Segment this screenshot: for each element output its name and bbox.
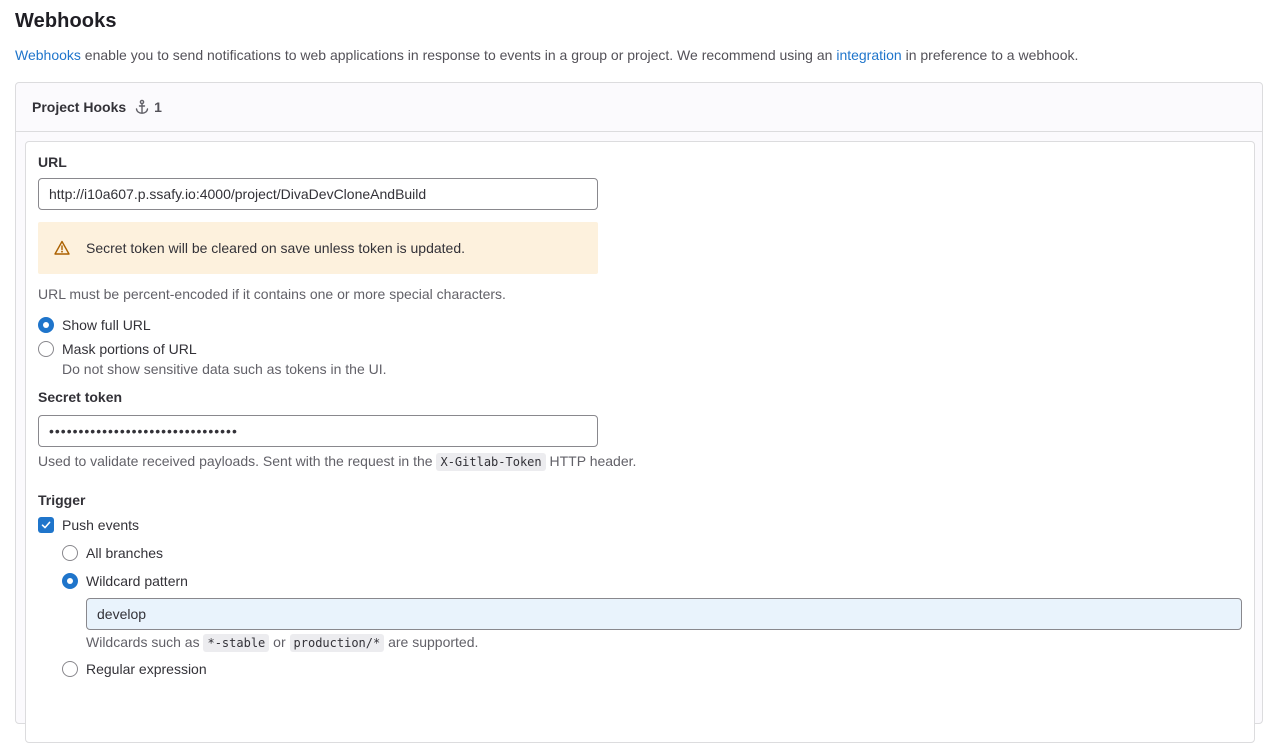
- intro-text: Webhooks enable you to send notification…: [15, 47, 1078, 63]
- secret-token-label: Secret token: [38, 389, 123, 405]
- mask-url-radio[interactable]: [38, 341, 54, 357]
- warning-icon: [54, 240, 70, 255]
- wildcard-pattern-input[interactable]: develop: [86, 598, 1242, 630]
- url-input-value: http://i10a607.p.ssafy.io:4000/project/D…: [49, 186, 427, 202]
- check-icon: [41, 521, 51, 529]
- trigger-label: Trigger: [38, 492, 86, 508]
- wildcard-example-2: production/*: [289, 634, 385, 652]
- anchor-icon: [135, 99, 149, 114]
- push-events-label: Push events: [62, 517, 140, 533]
- secret-token-value: ••••••••••••••••••••••••••••••••: [49, 423, 238, 439]
- secret-help-text: Used to validate received payloads. Sent…: [38, 453, 637, 471]
- all-branches-label: All branches: [86, 545, 164, 561]
- hook-count-badge: 1: [134, 99, 162, 115]
- regex-radio[interactable]: [62, 661, 78, 677]
- regex-label: Regular expression: [86, 661, 207, 677]
- intro-end-text: in preference to a webhook.: [901, 47, 1079, 63]
- show-full-url-label: Show full URL: [62, 317, 151, 333]
- mask-help-text: Do not show sensitive data such as token…: [62, 361, 387, 377]
- mask-url-label: Mask portions of URL: [62, 341, 197, 357]
- all-branches-radio[interactable]: [62, 545, 78, 561]
- webhooks-docs-link[interactable]: Webhooks: [15, 47, 81, 63]
- wildcard-option[interactable]: Wildcard pattern: [62, 573, 188, 589]
- secret-token-warning: Secret token will be cleared on save unl…: [38, 222, 598, 274]
- page-title: Webhooks: [15, 10, 117, 32]
- show-full-url-option[interactable]: Show full URL: [38, 317, 151, 333]
- hook-count: 1: [154, 99, 162, 115]
- url-help-text: URL must be percent-encoded if it contai…: [38, 286, 506, 302]
- wildcard-label: Wildcard pattern: [86, 573, 188, 589]
- secret-help-before: Used to validate received payloads. Sent…: [38, 453, 437, 469]
- wildcard-help-text: Wildcards such as *-stable or production…: [86, 634, 479, 652]
- warning-text: Secret token will be cleared on save unl…: [86, 240, 466, 256]
- url-input[interactable]: http://i10a607.p.ssafy.io:4000/project/D…: [38, 178, 598, 210]
- wildcard-help-mid: or: [269, 634, 290, 650]
- project-hooks-card: Project Hooks 1 URL http://i10a607.p.ssa…: [15, 82, 1263, 743]
- wildcard-help-after: are supported.: [384, 634, 479, 650]
- header-name-code: X-Gitlab-Token: [436, 453, 546, 471]
- push-events-option[interactable]: Push events: [38, 517, 139, 533]
- wildcard-pattern-value: develop: [97, 606, 147, 622]
- regex-option[interactable]: Regular expression: [62, 661, 207, 677]
- all-branches-option[interactable]: All branches: [62, 545, 163, 561]
- url-label: URL: [38, 154, 67, 170]
- card-header: Project Hooks 1: [16, 83, 1262, 132]
- integration-link[interactable]: integration: [836, 47, 901, 63]
- card-title: Project Hooks: [32, 99, 127, 115]
- secret-help-after: HTTP header.: [545, 453, 637, 469]
- push-events-checkbox[interactable]: [38, 517, 54, 533]
- show-full-url-radio[interactable]: [38, 317, 54, 333]
- wildcard-help-before: Wildcards such as: [86, 634, 204, 650]
- wildcard-example-1: *-stable: [203, 634, 270, 652]
- mask-url-option[interactable]: Mask portions of URL: [38, 341, 197, 357]
- intro-mid-text: enable you to send notifications to web …: [80, 47, 837, 63]
- secret-token-input[interactable]: ••••••••••••••••••••••••••••••••: [38, 415, 598, 447]
- webhook-form: URL http://i10a607.p.ssafy.io:4000/proje…: [25, 141, 1255, 743]
- wildcard-radio[interactable]: [62, 573, 78, 589]
